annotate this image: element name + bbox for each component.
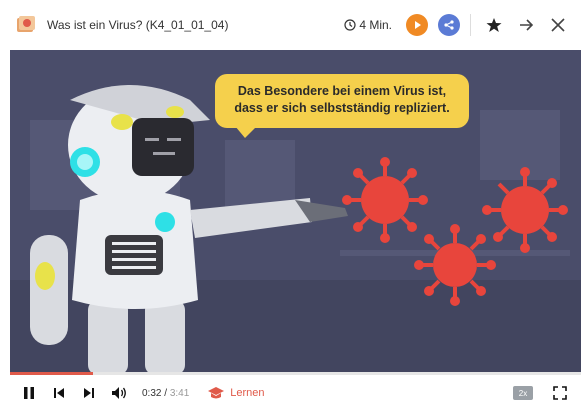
duration: 4 Min. [344,18,392,32]
previous-icon [54,388,64,398]
duration-text: 4 Min. [359,18,392,32]
previous-button[interactable] [48,382,70,404]
clock-icon [344,19,356,31]
play-button[interactable] [404,12,430,38]
progress-fill [10,372,93,375]
header-bar: Was ist ein Virus? (K4_01_01_04) 4 Min. [0,0,581,50]
next-button[interactable] [78,382,100,404]
next-page-button[interactable] [513,12,539,38]
playback-speed-button[interactable]: 2x [513,386,533,400]
share-button[interactable] [436,12,462,38]
learn-button[interactable]: Lernen [207,386,265,400]
divider [470,14,471,36]
learn-label: Lernen [230,387,265,399]
close-button[interactable] [545,12,571,38]
fullscreen-button[interactable] [549,382,571,404]
pause-button[interactable] [18,382,40,404]
progress-bar[interactable] [10,372,581,375]
close-icon [551,18,565,32]
next-icon [84,388,94,398]
pause-icon [24,387,34,399]
time-display: 0:32 / 3:41 [142,387,190,399]
favorite-button[interactable] [481,12,507,38]
course-icon [14,13,38,37]
volume-button[interactable] [108,382,130,404]
graduation-cap-icon [208,387,225,399]
volume-icon [112,387,126,399]
fullscreen-icon [553,386,567,400]
player-controls: 0:32 / 3:41 Lernen 2x [0,378,581,408]
star-icon [486,18,502,32]
video-stage[interactable]: Das Besondere bei einem Virus ist, dass … [10,50,581,372]
play-icon [406,14,428,36]
arrow-right-icon [520,19,534,31]
share-icon [438,14,460,36]
total-time: 3:41 [169,387,190,399]
video-title: Was ist ein Virus? (K4_01_01_04) [47,18,229,32]
speech-bubble: Das Besondere bei einem Virus ist, dass … [215,74,469,138]
current-time: 0:32 [142,387,162,399]
